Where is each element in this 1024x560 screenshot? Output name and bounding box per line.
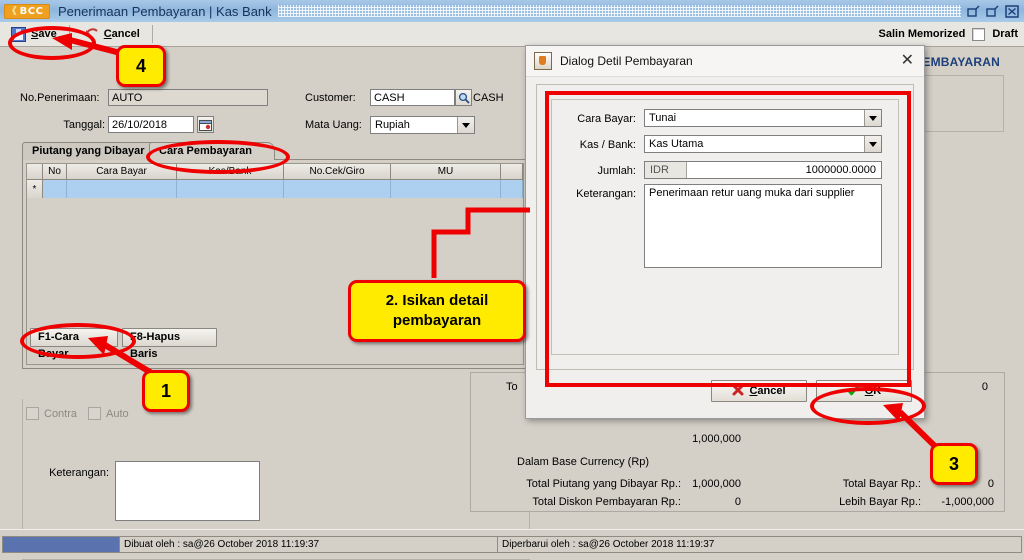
mata-uang-combo[interactable]: Rupiah — [370, 116, 475, 134]
contra-checkbox[interactable] — [26, 407, 39, 420]
logo-text: BCC — [19, 5, 44, 17]
draft-label: Draft — [992, 28, 1018, 40]
summary-subtotal-value: 1,000,000 — [692, 433, 741, 445]
no-penerimaan-field[interactable]: AUTO — [108, 89, 268, 106]
total-diskon-pembayaran-label: Total Diskon Pembayaran Rp.: — [532, 496, 681, 508]
grid-col-marker — [27, 164, 43, 179]
window-controls — [967, 4, 1019, 18]
mata-uang-value: Rupiah — [375, 119, 410, 131]
dialog-title: Dialog Detil Pembayaran — [560, 54, 693, 68]
salin-memorized-label[interactable]: Salin Memorized — [879, 28, 966, 40]
callout-step-2-line1: 2. Isikan detail — [385, 292, 489, 309]
total-bayar-label: Total Bayar Rp.: — [842, 478, 921, 490]
lebih-bayar-value: -1,000,000 — [941, 496, 994, 508]
status-updated-by: Diperbarui oleh : sa@26 October 2018 11:… — [498, 536, 1022, 553]
calendar-icon[interactable] — [197, 116, 214, 133]
toolbar: Save Cancel Salin Memorized Draft — [0, 22, 1024, 47]
mata-uang-row: Mata Uang: Rupiah — [305, 116, 475, 134]
mata-uang-label: Mata Uang: — [305, 119, 362, 131]
total-piutang-dibayar-label: Total Piutang yang Dibayar Rp.: — [526, 478, 681, 490]
table-row[interactable]: * — [27, 180, 523, 200]
tanggal-row: Tanggal: 26/10/2018 — [20, 116, 214, 133]
lebih-bayar-label: Lebih Bayar Rp.: — [839, 496, 921, 508]
cell-cara-bayar[interactable] — [67, 180, 177, 199]
dialog-title-bar: Dialog Detil Pembayaran ✕ — [526, 46, 924, 77]
restore-icon[interactable] — [986, 5, 1000, 18]
grid-col-mu[interactable]: MU — [391, 164, 501, 179]
cancel-mnemonic: C — [103, 28, 112, 40]
highlight-ellipse-cara-pembayaran-tab — [146, 140, 290, 174]
cell-mu[interactable] — [391, 180, 501, 199]
contra-auto-row: Contra Auto — [26, 407, 129, 420]
toolbar-separator-2 — [151, 25, 153, 43]
auto-label: Auto — [106, 407, 129, 420]
contra-label: Contra — [44, 407, 78, 420]
customer-field[interactable]: CASH — [370, 89, 455, 106]
no-penerimaan-label: No.Penerimaan: — [20, 91, 100, 104]
auto-checkbox[interactable] — [88, 407, 102, 420]
tanggal-field[interactable]: 26/10/2018 — [108, 116, 194, 133]
highlight-ellipse-save — [8, 26, 96, 60]
customer-name-display: CASH — [473, 91, 504, 104]
dialog-close-icon[interactable]: ✕ — [901, 53, 914, 69]
window-title: Penerimaan Pembayaran | Kas Bank — [58, 3, 272, 19]
status-bar-line: Dibuat oleh : sa@26 October 2018 11:19:3… — [2, 536, 1022, 553]
cell-no-cek-giro[interactable] — [284, 180, 391, 199]
highlight-box-dialog-fields — [545, 91, 911, 387]
f8-hapus-baris-button[interactable]: F8-Hapus Baris — [122, 328, 217, 360]
java-coffee-icon — [534, 52, 552, 70]
cancel-button-label-rest: ancel — [111, 28, 140, 40]
app-logo: ❰ BCC — [4, 3, 50, 19]
row-marker: * — [27, 180, 43, 199]
tanggal-label: Tanggal: — [63, 118, 105, 131]
grid-col-no[interactable]: No — [43, 164, 67, 179]
cell-no[interactable] — [43, 180, 67, 199]
chevron-down-icon[interactable] — [457, 117, 474, 133]
draft-checkbox[interactable] — [972, 27, 986, 41]
status-progress-indicator — [2, 536, 120, 553]
toolbar-right-group: Salin Memorized Draft — [879, 27, 1018, 41]
total-piutang-dibayar-value: 1,000,000 — [692, 478, 741, 490]
title-bar: ❰ BCC Penerimaan Pembayaran | Kas Bank — [0, 0, 1024, 23]
cell-extra[interactable] — [501, 180, 523, 199]
grid-col-no-cek-giro[interactable]: No.Cek/Giro — [284, 164, 391, 179]
no-penerimaan-row: No.Penerimaan: AUTO — [20, 89, 268, 106]
callout-step-2-line2: pembayaran — [392, 312, 482, 329]
base-currency-label: Dalam Base Currency (Rp) — [517, 456, 650, 468]
callout-step-4: 4 — [116, 45, 166, 87]
callout-step-3: 3 — [930, 443, 978, 485]
callout-step-2: 2. Isikan detail pembayaran — [348, 280, 526, 342]
total-diskon-pembayaran-value: 0 — [734, 496, 741, 508]
minimize-icon[interactable] — [967, 5, 981, 18]
tab-piutang-yang-dibayar[interactable]: Piutang yang Dibayar — [22, 142, 162, 160]
grid-col-extra[interactable] — [501, 164, 523, 179]
highlight-ellipse-ok — [810, 387, 926, 425]
title-hatch-decoration — [277, 5, 961, 17]
search-icon[interactable] — [455, 89, 472, 106]
application-window: ❰ BCC Penerimaan Pembayaran | Kas Bank Sa… — [0, 0, 1024, 560]
callout-step-1: 1 — [142, 370, 190, 412]
close-icon[interactable] — [1005, 4, 1019, 18]
status-created-by: Dibuat oleh : sa@26 October 2018 11:19:3… — [120, 536, 498, 553]
cell-kas-bank[interactable] — [177, 180, 284, 199]
status-bar: Dibuat oleh : sa@26 October 2018 11:19:3… — [0, 529, 1024, 559]
tab-piutang-label: Piutang yang Dibayar — [32, 145, 145, 157]
summary-total-partial-label: To — [506, 381, 518, 393]
keterangan-textarea[interactable] — [115, 461, 260, 521]
logo-caret-icon: ❰ — [10, 6, 19, 16]
keterangan-label: Keterangan: — [49, 467, 109, 479]
highlight-ellipse-f1-cara-bayar — [20, 323, 136, 359]
customer-label: Customer: — [305, 91, 356, 104]
customer-row: Customer: CASH CASH — [305, 89, 504, 106]
